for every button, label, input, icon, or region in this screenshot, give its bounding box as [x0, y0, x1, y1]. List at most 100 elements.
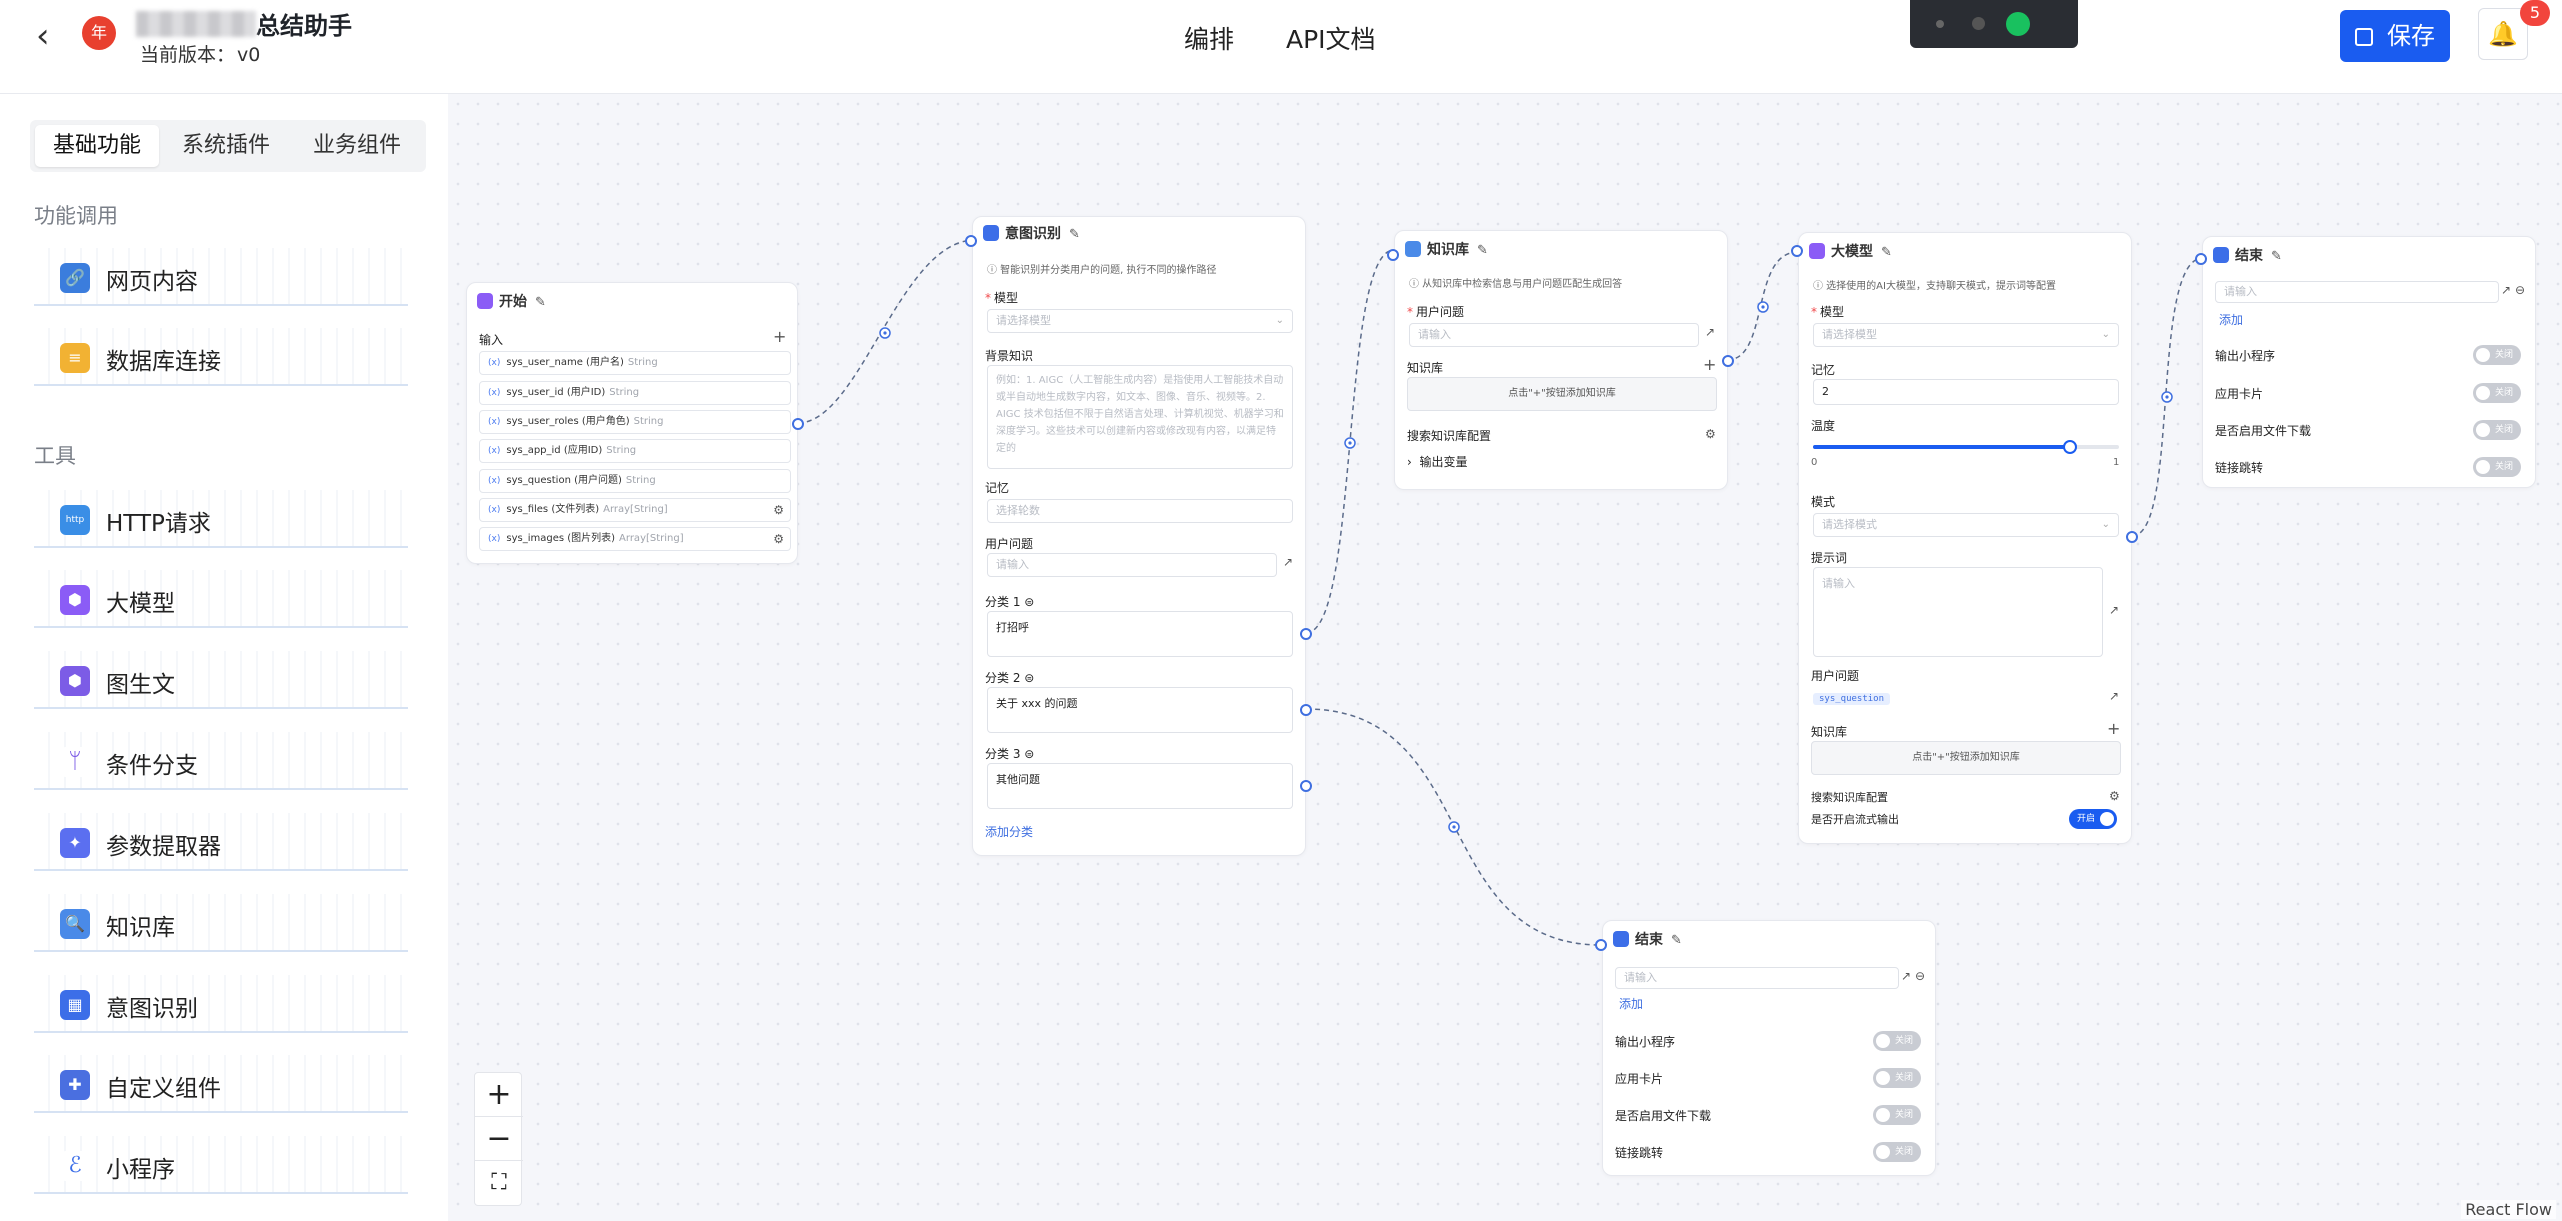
external-link-icon[interactable]: ↗: [1705, 325, 1715, 339]
model-select[interactable]: 请选择模型 ⌄: [1813, 323, 2119, 347]
variable-row[interactable]: (x) sys_app_id (应用ID) String: [479, 439, 791, 463]
app-card-toggle[interactable]: 关闭: [1873, 1068, 1921, 1088]
sidebar-item-llm[interactable]: ⬢ 大模型: [34, 570, 408, 628]
slider-thumb[interactable]: [2063, 440, 2078, 454]
sidebar-item-http[interactable]: http HTTP请求: [34, 490, 408, 548]
app-card-toggle[interactable]: 关闭: [2473, 383, 2521, 403]
output-input[interactable]: 请输入: [1615, 967, 1899, 989]
add-category-link[interactable]: 添加分类: [985, 823, 1033, 840]
edit-icon[interactable]: ✎: [1069, 227, 1080, 242]
edit-icon[interactable]: ✎: [1881, 245, 1892, 260]
start-node[interactable]: 开始 ✎ 输入 + (x) sys_user_name (用户名) String (x…: [466, 282, 804, 564]
add-link[interactable]: 添加: [1619, 995, 1643, 1012]
knowledge-placeholder[interactable]: 点击"+"按钮添加知识库: [1407, 377, 1717, 411]
knowledge-placeholder[interactable]: 点击"+"按钮添加知识库: [1811, 741, 2121, 775]
link-jump-toggle[interactable]: 关闭: [1873, 1142, 1921, 1162]
model-select[interactable]: 请选择模型 ⌄: [987, 309, 1293, 333]
settings-icon[interactable]: ⚙: [773, 528, 784, 550]
variable-row[interactable]: (x) sys_question (用户问题) String: [479, 469, 791, 493]
react-flow-attribution[interactable]: React Flow: [2461, 1200, 2556, 1219]
edit-icon[interactable]: ✎: [2271, 249, 2282, 264]
knowledge-node[interactable]: 知识库 ✎ ⓘ 从知识库中检索信息与用户问题匹配生成回答 * 用户问题 请输入 ↗ …: [1387, 230, 1734, 490]
edit-icon[interactable]: ✎: [1477, 243, 1488, 258]
background-textarea[interactable]: 例如：1. AIGC（人工智能生成内容）是指使用人工智能技术自动或半自动地生成数…: [987, 365, 1293, 469]
output-handle[interactable]: [792, 418, 804, 430]
zoom-out-button[interactable]: −: [475, 1117, 523, 1161]
add-icon[interactable]: +: [1703, 355, 1716, 374]
question-input[interactable]: 请输入: [1409, 323, 1699, 347]
memory-input[interactable]: 2: [1813, 379, 2119, 405]
category-3-input[interactable]: 其他问题: [987, 763, 1293, 809]
input-handle[interactable]: [965, 235, 977, 247]
external-link-icon[interactable]: ↗: [2109, 603, 2119, 617]
fit-view-button[interactable]: ⛶: [475, 1161, 523, 1205]
end-node-bottom[interactable]: 结束 ✎ 请输入 ↗ ⊖ 添加 输出小程序 关闭 应用卡片 关闭 是否启用文件下载…: [1595, 920, 1936, 1176]
segment-basic[interactable]: 基础功能: [35, 125, 159, 167]
zoom-in-button[interactable]: +: [475, 1073, 523, 1117]
dot-icon[interactable]: [1972, 17, 1985, 30]
segment-system-plugins[interactable]: 系统插件: [164, 125, 288, 167]
variable-row[interactable]: (x) sys_user_id (用户ID) String: [479, 381, 791, 405]
input-handle[interactable]: [1387, 249, 1399, 261]
external-link-icon[interactable]: ↗: [1283, 555, 1293, 569]
add-icon[interactable]: +: [2107, 719, 2120, 738]
input-handle[interactable]: [2195, 253, 2207, 265]
category-1-input[interactable]: 打招呼: [987, 611, 1293, 657]
edit-icon[interactable]: ✎: [535, 295, 546, 310]
save-button[interactable]: 保存: [2340, 10, 2450, 62]
question-input[interactable]: 请输入: [987, 553, 1277, 577]
variable-row[interactable]: (x) sys_user_roles (用户角色) String: [479, 410, 791, 434]
sidebar-item-web-content[interactable]: 🔗 网页内容: [34, 248, 408, 306]
prompt-textarea[interactable]: 请输入: [1813, 567, 2103, 657]
sidebar-item-custom[interactable]: ✚ 自定义组件: [34, 1055, 408, 1113]
category-2-input[interactable]: 关于 xxx 的问题: [987, 687, 1293, 733]
segment-business[interactable]: 业务组件: [293, 125, 421, 167]
variable-row[interactable]: (x) sys_files (文件列表) Array[String] ⚙: [479, 498, 791, 522]
sidebar-item-database[interactable]: ≡ 数据库连接: [34, 328, 408, 386]
settings-icon[interactable]: ⚙: [773, 499, 784, 521]
file-download-toggle[interactable]: 关闭: [1873, 1105, 1921, 1125]
external-link-icon[interactable]: ↗: [2501, 283, 2511, 297]
settings-icon[interactable]: ⚙: [1705, 427, 1716, 441]
output-handle[interactable]: [1300, 704, 1312, 716]
external-link-icon[interactable]: ↗: [1901, 969, 1911, 983]
add-link[interactable]: 添加: [2219, 311, 2243, 328]
end-node-top[interactable]: 结束 ✎ 请输入 ↗ ⊖ 添加 输出小程序 关闭 应用卡片 关闭 是否启用文件下载…: [2195, 236, 2536, 488]
output-handle[interactable]: [1300, 628, 1312, 640]
sidebar-item-miniprogram[interactable]: ℰ 小程序: [34, 1136, 408, 1194]
output-handle[interactable]: [1300, 780, 1312, 792]
output-handle[interactable]: [2126, 531, 2138, 543]
sidebar-item-param-extractor[interactable]: ✦ 参数提取器: [34, 813, 408, 871]
memory-select[interactable]: 选择轮数: [987, 499, 1293, 523]
output-input[interactable]: 请输入: [2215, 281, 2499, 303]
remove-icon[interactable]: ⊖: [2515, 283, 2525, 297]
add-icon[interactable]: +: [773, 327, 786, 346]
miniprogram-toggle[interactable]: 关闭: [2473, 345, 2521, 365]
tab-orchestrate[interactable]: 编排: [1184, 20, 1234, 56]
variable-row[interactable]: (x) sys_user_name (用户名) String: [479, 351, 791, 375]
back-arrow-icon[interactable]: ‹: [36, 18, 72, 54]
tab-api-docs[interactable]: API文档: [1286, 20, 1376, 56]
output-vars-toggle[interactable]: › 输出变量: [1407, 453, 1467, 470]
input-handle[interactable]: [1791, 245, 1803, 257]
question-variable-tag[interactable]: sys_question: [1813, 693, 1891, 705]
settings-icon[interactable]: ⚙: [2109, 789, 2120, 803]
file-download-toggle[interactable]: 关闭: [2473, 420, 2521, 440]
miniprogram-toggle[interactable]: 关闭: [1873, 1031, 1921, 1051]
stream-toggle[interactable]: 开启: [2069, 809, 2117, 829]
link-jump-toggle[interactable]: 关闭: [2473, 457, 2521, 477]
input-handle[interactable]: [1595, 939, 1607, 951]
llm-node[interactable]: 大模型 ✎ ⓘ 选择使用的AI大模型，支持聊天模式，提示词等配置 * 模型 请选择模…: [1791, 232, 2138, 844]
edit-icon[interactable]: ✎: [1671, 933, 1682, 948]
remove-icon[interactable]: ⊖: [1915, 969, 1925, 983]
output-handle[interactable]: [1722, 355, 1734, 367]
mode-select[interactable]: 请选择模式 ⌄: [1813, 513, 2119, 537]
sidebar-item-condition[interactable]: ᛘ 条件分支: [34, 732, 408, 790]
sidebar-item-intent[interactable]: ▦ 意图识别: [34, 975, 408, 1033]
sidebar-item-image-to-text[interactable]: ⬢ 图生文: [34, 651, 408, 709]
sidebar-item-knowledge[interactable]: 🔍 知识库: [34, 894, 408, 952]
temperature-slider[interactable]: [1813, 440, 2119, 454]
variable-row[interactable]: (x) sys_images (图片列表) Array[String] ⚙: [479, 527, 791, 551]
external-link-icon[interactable]: ↗: [2109, 689, 2119, 703]
dot-icon[interactable]: [1936, 20, 1944, 28]
